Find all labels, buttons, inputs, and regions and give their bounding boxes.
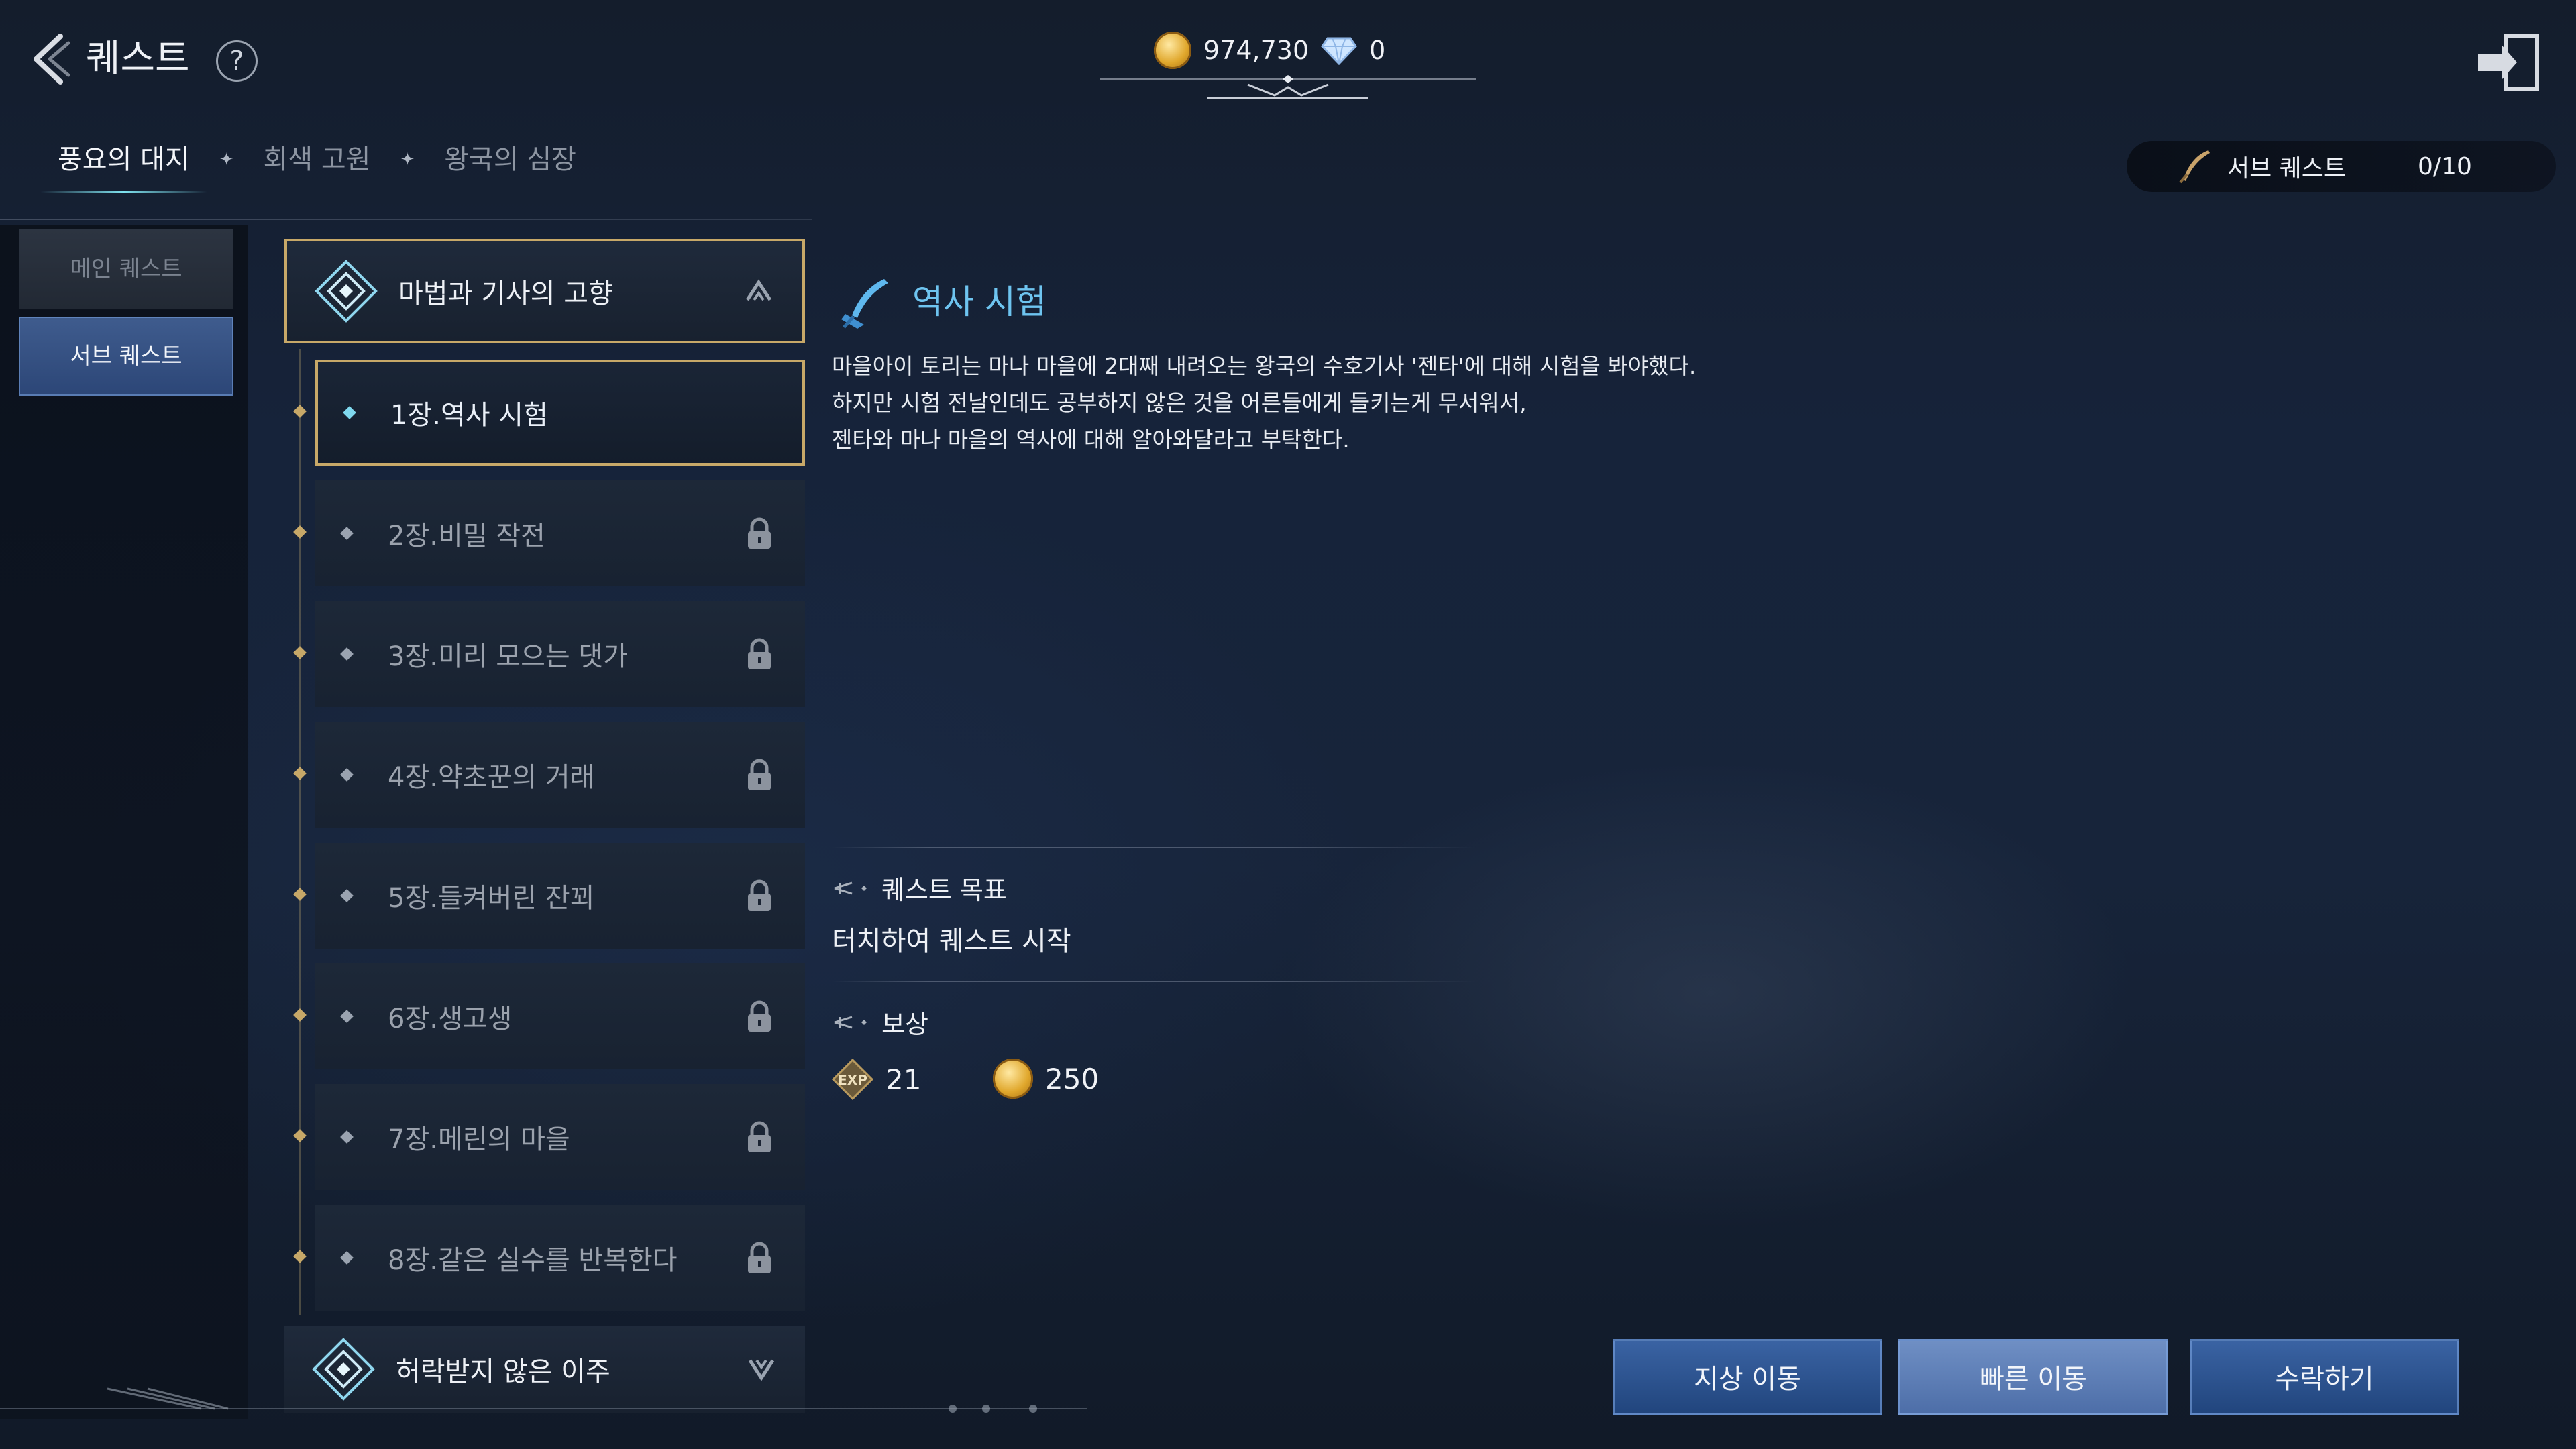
- chapter-item[interactable]: 1장.역사 시험: [315, 360, 805, 466]
- sword-ornament-icon: [834, 1016, 867, 1028]
- section-divider: [832, 847, 1476, 848]
- category-sidebar: [0, 225, 248, 1419]
- chapter-label: 7장.메린의 마을: [388, 1124, 570, 1155]
- chapter-item[interactable]: 3장.미리 모으는 댓가: [315, 601, 805, 707]
- reward-gold-value: 250: [1045, 1062, 1099, 1095]
- sword-ornament-icon: [834, 881, 867, 894]
- reward-title: 보상: [881, 1010, 928, 1039]
- reward-exp-value: 21: [885, 1063, 922, 1096]
- bullet-icon: [340, 647, 354, 661]
- chapter-item[interactable]: 5장.들켜버린 잔꾀: [315, 843, 805, 949]
- tree-node-icon: [293, 1250, 307, 1263]
- gem-amount: 0: [1369, 36, 1386, 65]
- description-line: 젠타와 마나 마을의 역사에 대해 알아와달라고 부탁한다.: [832, 427, 1350, 453]
- quill-icon: [2179, 150, 2210, 184]
- lock-icon: [748, 879, 771, 911]
- category-main-quest[interactable]: 메인 퀘스트: [19, 229, 233, 309]
- page-title: 퀘스트: [86, 37, 190, 80]
- reward-header: 보상: [832, 1004, 928, 1040]
- back-arrow-icon[interactable]: [27, 32, 74, 86]
- tab-region-1[interactable]: 풍요의 대지: [40, 131, 207, 193]
- objective-title: 퀘스트 목표: [881, 875, 1007, 905]
- chapter-item[interactable]: 4장.약초꾼의 거래: [315, 722, 805, 828]
- tree-node-icon: [293, 646, 307, 659]
- reward-gold: 250: [993, 1059, 1099, 1099]
- quest-diamond-icon: [315, 260, 378, 323]
- chapter-item[interactable]: 8장.같은 실수를 반복한다: [315, 1205, 805, 1311]
- tree-node-icon: [293, 888, 307, 901]
- gold-coin-icon: [993, 1059, 1033, 1099]
- diamond-icon: [1321, 37, 1358, 65]
- bullet-icon: [340, 768, 354, 782]
- tab-region-2[interactable]: 회색 고원: [246, 131, 388, 188]
- lock-icon: [748, 638, 771, 669]
- ground-move-button[interactable]: 지상 이동: [1613, 1339, 1882, 1415]
- currency-bar: 974,730 0: [1154, 27, 1385, 74]
- tree-node-icon: [293, 1129, 307, 1142]
- tree-node-icon: [293, 525, 307, 539]
- chapter-label: 1장.역사 시험: [390, 400, 548, 431]
- objective-text: 터치하여 퀘스트 시작: [832, 926, 1071, 957]
- description-line: 하지만 시험 전날인데도 공부하지 않은 것을 어른들에게 들키는게 무서워서,: [832, 390, 1527, 416]
- bullet-icon: [343, 406, 356, 419]
- lock-icon: [748, 759, 771, 790]
- tree-node-icon: [293, 405, 307, 418]
- lock-icon: [748, 1000, 771, 1032]
- help-button[interactable]: ?: [216, 40, 258, 82]
- bullet-icon: [340, 527, 354, 540]
- chapter-item[interactable]: 7장.메린의 마을: [315, 1084, 805, 1190]
- bullet-icon: [340, 889, 354, 902]
- tab-region-3[interactable]: 왕국의 심장: [427, 131, 594, 188]
- chevron-down-icon: [748, 1359, 775, 1381]
- chapter-label: 8장.같은 실수를 반복한다: [388, 1245, 678, 1276]
- chapter-item[interactable]: 2장.비밀 작전: [315, 480, 805, 586]
- header-ornament: [1100, 75, 1476, 99]
- quest-group-name: 마법과 기사의 고향: [398, 278, 613, 309]
- quill-scroll-icon: [841, 279, 888, 329]
- subquest-counter: 서브 퀘스트 0/10: [2127, 141, 2556, 192]
- quest-group-header[interactable]: 마법과 기사의 고향: [284, 239, 805, 343]
- reward-exp: EXP 21: [832, 1059, 921, 1100]
- subquest-counter-label: 서브 퀘스트: [2227, 155, 2347, 182]
- chapter-label: 5장.들켜버린 잔꾀: [388, 883, 595, 914]
- chapter-label: 6장.생고생: [388, 1004, 513, 1034]
- tab-divider: [0, 219, 812, 220]
- quest-description: 마을아이 토리는 마나 마을에 2대째 내려오는 왕국의 수호기사 '젠타'에 …: [832, 347, 1771, 458]
- tree-node-icon: [293, 1008, 307, 1022]
- gold-amount: 974,730: [1203, 36, 1309, 65]
- tab-separator-icon: ✦: [400, 150, 415, 170]
- bottom-ornament: [0, 1387, 1087, 1413]
- description-line: 마을아이 토리는 마나 마을에 2대째 내려오는 왕국의 수호기사 '젠타'에 …: [832, 353, 1697, 379]
- tab-separator-icon: ✦: [219, 150, 234, 170]
- tree-node-icon: [293, 767, 307, 780]
- lock-icon: [748, 1121, 771, 1152]
- bullet-icon: [340, 1251, 354, 1265]
- gold-coin-icon: [1154, 32, 1191, 69]
- subquest-counter-value: 0/10: [2418, 152, 2472, 180]
- region-tabs: 풍요의 대지 ✦ 회색 고원 ✦ 왕국의 심장: [40, 131, 594, 193]
- quest-title: 역사 시험: [912, 282, 1046, 321]
- accept-button[interactable]: 수락하기: [2190, 1339, 2459, 1415]
- chapter-label: 2장.비밀 작전: [388, 521, 545, 551]
- bullet-icon: [340, 1130, 354, 1144]
- exp-icon: EXP: [832, 1059, 873, 1100]
- chapter-label: 3장.미리 모으는 댓가: [388, 641, 628, 672]
- tree-connector: [299, 349, 301, 1315]
- lock-icon: [748, 1242, 771, 1273]
- bullet-icon: [340, 1010, 354, 1023]
- category-sub-quest[interactable]: 서브 퀘스트: [19, 317, 233, 396]
- chapter-item[interactable]: 6장.생고생: [315, 963, 805, 1069]
- objective-header: 퀘스트 목표: [832, 869, 1007, 906]
- chapter-label: 4장.약초꾼의 거래: [388, 762, 595, 793]
- chevron-up-icon: [745, 279, 772, 301]
- fast-move-button[interactable]: 빠른 이동: [1898, 1339, 2168, 1415]
- section-divider: [832, 981, 1476, 982]
- svg-text:EXP: EXP: [838, 1072, 867, 1088]
- lock-icon: [748, 517, 771, 549]
- exit-door-icon[interactable]: [2475, 32, 2542, 93]
